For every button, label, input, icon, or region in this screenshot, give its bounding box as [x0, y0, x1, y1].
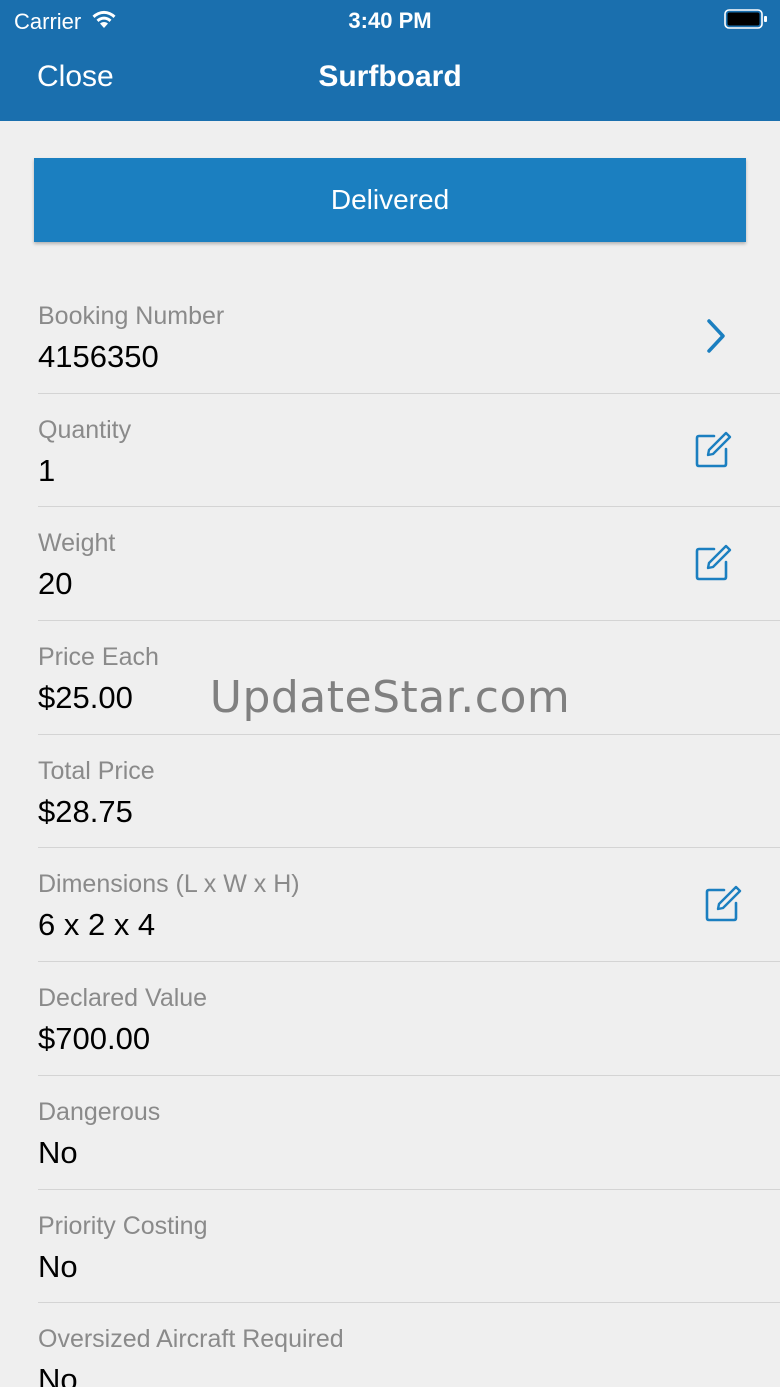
field-row-priority-costing: Priority Costing No [38, 1190, 780, 1304]
details-list: Booking Number 4156350 Quantity 1 Weight… [0, 280, 780, 1387]
field-label: Priority Costing [38, 1211, 208, 1240]
status-time: 3:40 PM [348, 8, 432, 33]
field-value: No [38, 1134, 78, 1170]
field-row-booking-number[interactable]: Booking Number 4156350 [38, 280, 780, 394]
field-value: 6 x 2 x 4 [38, 907, 156, 943]
field-value: 20 [38, 566, 73, 602]
navigation-bar: Carrier 3:40 PM Close Surfboard [0, 0, 780, 121]
field-label: Dangerous [38, 1097, 161, 1126]
field-label: Oversized Aircraft Required [38, 1325, 344, 1354]
field-value: No [38, 1362, 78, 1387]
field-row-oversized-aircraft: Oversized Aircraft Required No [38, 1303, 780, 1387]
field-value: 4156350 [38, 339, 159, 374]
field-row-dangerous: Dangerous No [38, 1076, 780, 1190]
field-row-weight: Weight 20 [38, 507, 780, 622]
field-label: Booking Number [38, 302, 225, 330]
battery-icon [724, 8, 768, 30]
field-row-dimensions: Dimensions (L x W x H) 6 x 2 x 4 [38, 848, 780, 963]
field-label: Dimensions (L x W x H) [38, 870, 300, 899]
chevron-right-icon[interactable] [696, 316, 736, 356]
field-row-total-price: Total Price $28.75 [38, 735, 780, 849]
field-label: Weight [38, 529, 116, 558]
field-value: $25.00 [38, 680, 133, 716]
field-value: $28.75 [38, 793, 133, 829]
field-value: $700.00 [38, 1021, 151, 1057]
field-label: Total Price [38, 756, 155, 785]
field-label: Price Each [38, 643, 159, 672]
field-value: No [38, 1248, 78, 1284]
delivery-status-button[interactable]: Delivered [34, 158, 746, 242]
edit-icon[interactable] [693, 543, 733, 583]
page-title: Surfboard [318, 60, 462, 93]
field-label: Declared Value [38, 984, 208, 1013]
field-row-quantity: Quantity 1 [38, 394, 780, 508]
field-label: Quantity [38, 415, 132, 444]
field-row-price-each: Price Each $25.00 [38, 621, 780, 735]
edit-icon[interactable] [703, 884, 743, 924]
field-row-declared-value: Declared Value $700.00 [38, 962, 780, 1076]
edit-icon[interactable] [693, 430, 733, 470]
field-value: 1 [38, 452, 56, 488]
